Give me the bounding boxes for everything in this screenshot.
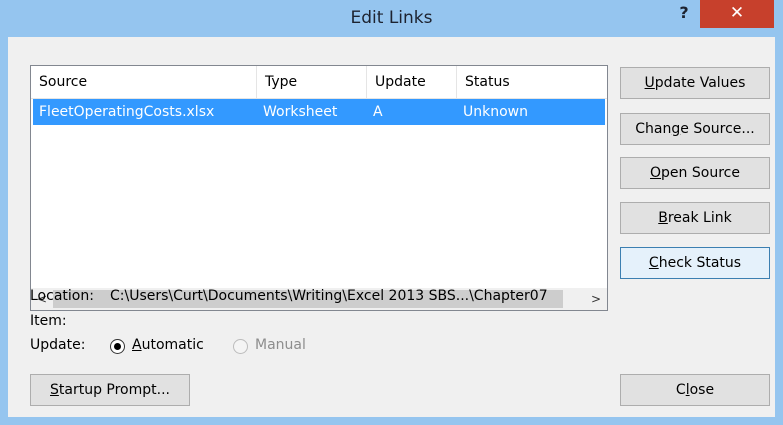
- link-type-cell: Worksheet: [263, 104, 338, 120]
- item-label: Item:: [30, 313, 67, 329]
- manual-radio-label: Manual: [255, 337, 306, 353]
- location-label: Location:: [30, 288, 94, 304]
- manual-radio: [233, 339, 248, 354]
- change-source-button[interactable]: Change Source...: [620, 113, 770, 145]
- column-header-status[interactable]: Status: [457, 66, 607, 98]
- link-source-cell: FleetOperatingCosts.xlsx: [39, 104, 215, 120]
- title-bar[interactable]: Edit Links ? ✕: [0, 0, 783, 36]
- help-button[interactable]: ?: [668, 0, 700, 28]
- link-update-cell: A: [373, 104, 383, 120]
- automatic-radio-label[interactable]: Automatic: [132, 337, 204, 353]
- check-status-button[interactable]: Check Status: [620, 247, 770, 279]
- dialog-body: Source Type Update Status FleetOperating…: [8, 37, 775, 417]
- column-header-update[interactable]: Update: [367, 66, 457, 98]
- automatic-radio[interactable]: [110, 339, 125, 354]
- dialog-title: Edit Links: [350, 8, 433, 28]
- link-status-cell: Unknown: [463, 104, 528, 120]
- close-window-button[interactable]: ✕: [700, 0, 774, 28]
- link-row[interactable]: FleetOperatingCosts.xlsx Worksheet A Unk…: [33, 99, 605, 125]
- links-list[interactable]: Source Type Update Status FleetOperating…: [30, 65, 608, 311]
- column-header-source[interactable]: Source: [31, 66, 257, 98]
- edit-links-dialog: Edit Links ? ✕ Source Type Update Status…: [0, 0, 783, 425]
- update-values-button[interactable]: Update Values: [620, 67, 770, 99]
- scroll-right-icon[interactable]: >: [585, 288, 607, 310]
- close-icon: ✕: [729, 3, 745, 23]
- startup-prompt-button[interactable]: Startup Prompt...: [30, 374, 190, 406]
- break-link-button[interactable]: Break Link: [620, 202, 770, 234]
- open-source-button[interactable]: Open Source: [620, 157, 770, 189]
- update-label: Update:: [30, 337, 86, 353]
- location-value: C:\Users\Curt\Documents\Writing\Excel 20…: [110, 288, 548, 304]
- list-header: Source Type Update Status: [31, 66, 607, 99]
- close-button[interactable]: Close: [620, 374, 770, 406]
- column-header-type[interactable]: Type: [257, 66, 367, 98]
